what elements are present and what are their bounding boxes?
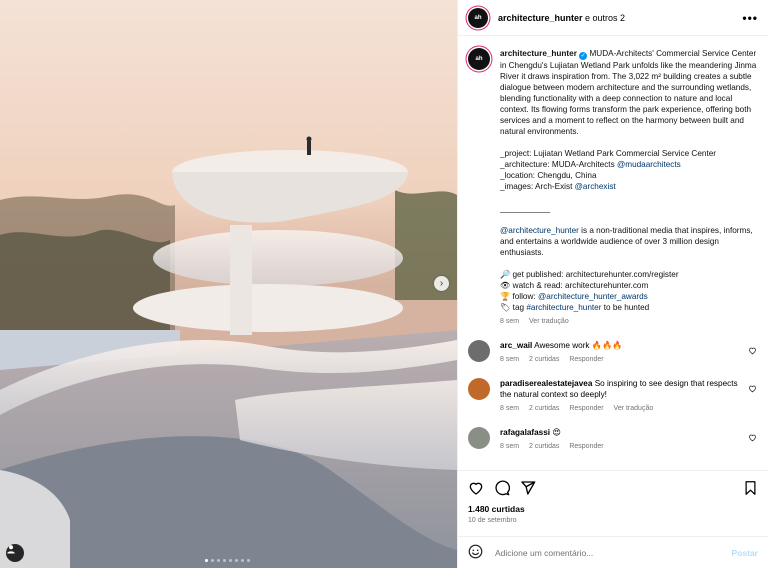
bookmark-icon [745,481,756,495]
comment-time: 8 sem [500,356,520,363]
carousel-dot [241,559,244,562]
reply-button[interactable]: Responder [569,356,603,363]
comment-likes[interactable]: 2 curtidas [529,443,559,450]
comment-item: paradiserealestatejavea So inspiring to … [468,378,758,414]
reply-button[interactable]: Responder [569,443,603,450]
comment-likes[interactable]: 2 curtidas [529,356,559,363]
like-comment-button[interactable] [746,378,758,414]
reply-button[interactable]: Responder [569,405,603,412]
verified-badge-icon: ✓ [579,52,588,60]
post-details-panel: ah architecture_hunter e outros 2 ••• ah… [457,0,768,568]
carousel-dot [217,559,220,562]
post-comment-button[interactable]: Postar [732,548,758,558]
comment-username[interactable]: paradiserealestatejavea [500,379,592,388]
chevron-right-icon: › [439,278,444,289]
smiley-icon [468,544,483,559]
send-icon [521,481,536,495]
brand-logo-icon: ah [475,56,483,62]
mention-link[interactable]: @architecture_hunter [500,226,579,235]
comment-likes[interactable]: 2 curtidas [529,405,559,412]
user-icon [7,545,15,554]
caption-location: _location: Chengdu, China [500,171,597,180]
tagged-users-button[interactable] [6,544,24,562]
carousel-dot [235,559,238,562]
commenter-avatar[interactable] [468,378,490,400]
carousel-dot [211,559,214,562]
like-comment-button[interactable] [746,340,758,365]
comment-username[interactable]: rafagalafassi [500,428,550,437]
comment-text: Awesome work 🔥🔥🔥 [534,341,623,350]
carousel-dot [223,559,226,562]
carousel-indicator [205,559,250,562]
comment-time: 8 sem [500,405,520,412]
share-button[interactable] [520,480,536,498]
translate-link[interactable]: Ver tradução [614,405,654,412]
likes-count[interactable]: 1.480 curtidas [468,504,758,514]
caption-line-follow: 🏆 follow: [500,292,538,301]
caption-time: 8 sem [500,318,520,325]
post-authors[interactable]: architecture_hunter e outros 2 [498,13,625,23]
post-date: 10 de setembro [468,517,517,524]
architecture-image [0,0,457,568]
heart-icon [748,385,756,393]
comment-text: 😍 [552,428,561,437]
comment-time: 8 sem [500,443,520,450]
post-dialog: › ah architecture_hunter e outros 2 ••• … [0,0,768,568]
mention-link[interactable]: @architecture_hunter_awards [538,292,648,301]
caption-avatar[interactable]: ah [468,48,490,70]
caption-text: MUDA-Architects' Commercial Service Cent… [500,49,757,136]
caption-images: _images: Arch-Exist [500,182,575,191]
translate-link[interactable]: Ver tradução [529,318,569,325]
caption-username[interactable]: architecture_hunter [500,49,577,58]
comment-bubble-icon [495,480,511,496]
co-authors-label[interactable]: e outros 2 [583,13,625,23]
add-comment-bar: Adicione um comentário... Postar [458,536,768,568]
comment-input[interactable]: Adicione um comentário... [495,548,732,558]
carousel-dot [229,559,232,562]
caption-architecture: _architecture: MUDA-Architects [500,160,617,169]
caption-line-tag: 🏷 tag [500,303,527,312]
heart-icon [748,434,756,442]
save-button[interactable] [743,480,758,498]
more-options-icon[interactable]: ••• [742,11,758,25]
caption-line-watch: 👁 watch & read: architecturehunter.com [500,281,649,290]
mention-link[interactable]: @mudaarchitects [617,160,681,169]
caption-project: _project: Lujiatan Wetland Park Commerci… [500,149,717,158]
carousel-dot [205,559,208,562]
emoji-button[interactable] [468,544,483,561]
heart-icon [469,482,483,495]
post-header: ah architecture_hunter e outros 2 ••• [458,0,768,36]
author-avatar[interactable]: ah [468,7,488,28]
caption: ah architecture_hunter ✓ MUDA-Architects… [468,48,758,327]
brand-logo-icon: ah [474,14,482,21]
comment-username[interactable]: arc_wail [500,341,532,350]
caption-line-tag-suffix: to be hunted [601,303,650,312]
caption-divider: ___________ [500,204,551,213]
comment-item: arc_wail Awesome work 🔥🔥🔥 8 sem 2 curtid… [468,340,758,365]
commenter-avatar[interactable] [468,340,490,362]
carousel-next-button[interactable]: › [434,276,449,291]
mention-link[interactable]: @archexist [575,182,616,191]
commenter-avatar[interactable] [468,427,490,449]
caption-line-publish: 🔎 get published: architecturehunter.com/… [500,270,679,279]
heart-icon [748,347,756,355]
comments-scroll-area[interactable]: ah architecture_hunter ✓ MUDA-Architects… [458,36,768,470]
post-actions: 1.480 curtidas 10 de setembro [458,470,768,536]
comment-item: rafagalafassi 😍 8 sem 2 curtidas Respond… [468,427,758,452]
comment-button[interactable] [494,480,511,498]
carousel-dot [247,559,250,562]
like-comment-button[interactable] [746,427,758,452]
author-username[interactable]: architecture_hunter [498,13,583,23]
post-photo[interactable]: › [0,0,457,568]
hashtag-link[interactable]: #architecture_hunter [526,303,601,312]
like-button[interactable] [468,480,484,498]
